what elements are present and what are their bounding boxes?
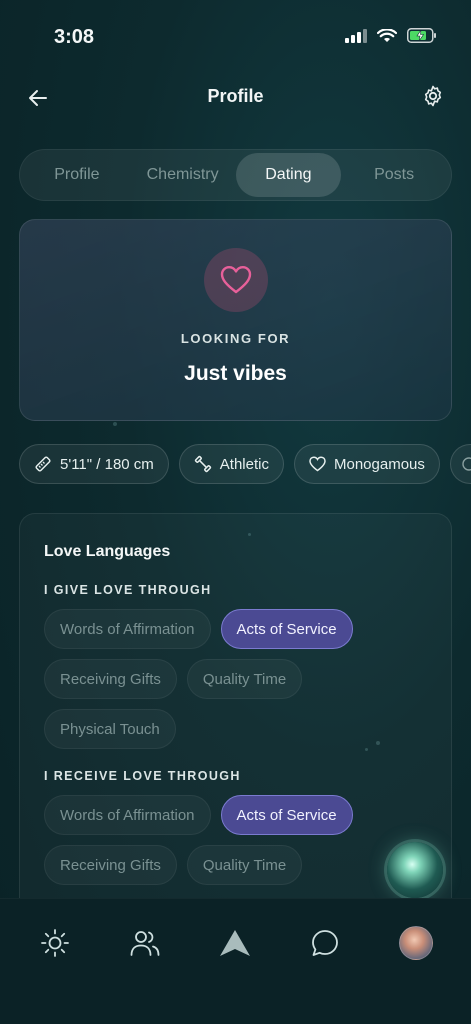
decorative-dot	[376, 741, 380, 745]
receive-option-receiving-gifts[interactable]: Receiving Gifts	[44, 845, 177, 885]
avatar	[399, 926, 433, 960]
decorative-dot	[248, 533, 251, 536]
give-option-acts-of-service[interactable]: Acts of Service	[220, 609, 353, 649]
nav-header: Profile	[0, 76, 471, 116]
give-option-quality-time[interactable]: Quality Time	[186, 659, 303, 699]
sun-icon	[41, 929, 69, 957]
chip-body-type[interactable]: Athletic	[178, 444, 284, 484]
looking-for-card: LOOKING FOR Just vibes	[19, 219, 452, 421]
heart-outline-icon	[309, 456, 326, 472]
nav-home[interactable]	[217, 925, 253, 961]
decorative-dot	[365, 748, 368, 751]
settings-button[interactable]	[419, 82, 447, 110]
signal-icon	[345, 28, 367, 48]
chat-bubble-icon	[312, 930, 338, 956]
segmented-tabs: Profile Chemistry Dating Posts	[19, 149, 452, 201]
tab-chemistry[interactable]: Chemistry	[130, 153, 236, 197]
battery-charging-icon	[407, 28, 437, 48]
chip-more[interactable]	[449, 444, 471, 484]
chip-label: 5'11" / 180 cm	[60, 455, 154, 473]
bottom-tab-bar	[0, 898, 471, 1024]
receive-love-options: Words of Affirmation Acts of Service Rec…	[44, 795, 434, 885]
looking-for-value: Just vibes	[184, 362, 287, 385]
give-option-words-of-affirmation[interactable]: Words of Affirmation	[44, 609, 211, 649]
assistant-orb-button[interactable]	[387, 842, 443, 898]
page-title: Profile	[207, 86, 264, 106]
receive-option-acts-of-service[interactable]: Acts of Service	[220, 795, 353, 835]
give-option-receiving-gifts[interactable]: Receiving Gifts	[44, 659, 177, 699]
chip-label: Monogamous	[334, 455, 425, 473]
tab-posts[interactable]: Posts	[341, 153, 447, 197]
chip-relationship[interactable]: Monogamous	[294, 444, 440, 484]
nav-discover[interactable]	[37, 925, 73, 961]
ruler-icon	[35, 456, 51, 472]
nav-messages[interactable]	[307, 925, 343, 961]
nav-people[interactable]	[127, 925, 163, 961]
receive-option-quality-time[interactable]: Quality Time	[186, 845, 303, 885]
attribute-chips: 5'11" / 180 cm Athletic Monogamous	[19, 444, 471, 486]
give-option-physical-touch[interactable]: Physical Touch	[44, 709, 176, 749]
receive-option-words-of-affirmation[interactable]: Words of Affirmation	[44, 795, 211, 835]
wifi-icon	[376, 27, 398, 48]
decorative-dot	[113, 422, 117, 426]
receive-love-label: I RECEIVE LOVE THROUGH	[44, 769, 241, 783]
arrow-logo-icon	[220, 930, 250, 956]
nav-profile[interactable]	[398, 925, 434, 961]
people-icon	[130, 931, 160, 956]
love-languages-title: Love Languages	[44, 543, 171, 560]
heart-badge	[204, 248, 268, 312]
dumbbell-icon	[194, 455, 211, 473]
give-love-options: Words of Affirmation Acts of Service Rec…	[44, 609, 434, 749]
status-bar: 3:08	[0, 0, 471, 76]
chip-height[interactable]: 5'11" / 180 cm	[19, 444, 169, 484]
chip-label: Athletic	[219, 455, 269, 473]
looking-for-label: LOOKING FOR	[180, 331, 291, 346]
circle-icon	[462, 457, 471, 471]
give-love-label: I GIVE LOVE THROUGH	[44, 583, 212, 597]
gear-icon	[424, 85, 442, 107]
heart-icon	[220, 266, 252, 294]
status-time: 3:08	[54, 26, 95, 48]
tab-dating[interactable]: Dating	[235, 153, 342, 197]
tab-profile[interactable]: Profile	[24, 153, 130, 197]
status-icons	[345, 27, 437, 48]
